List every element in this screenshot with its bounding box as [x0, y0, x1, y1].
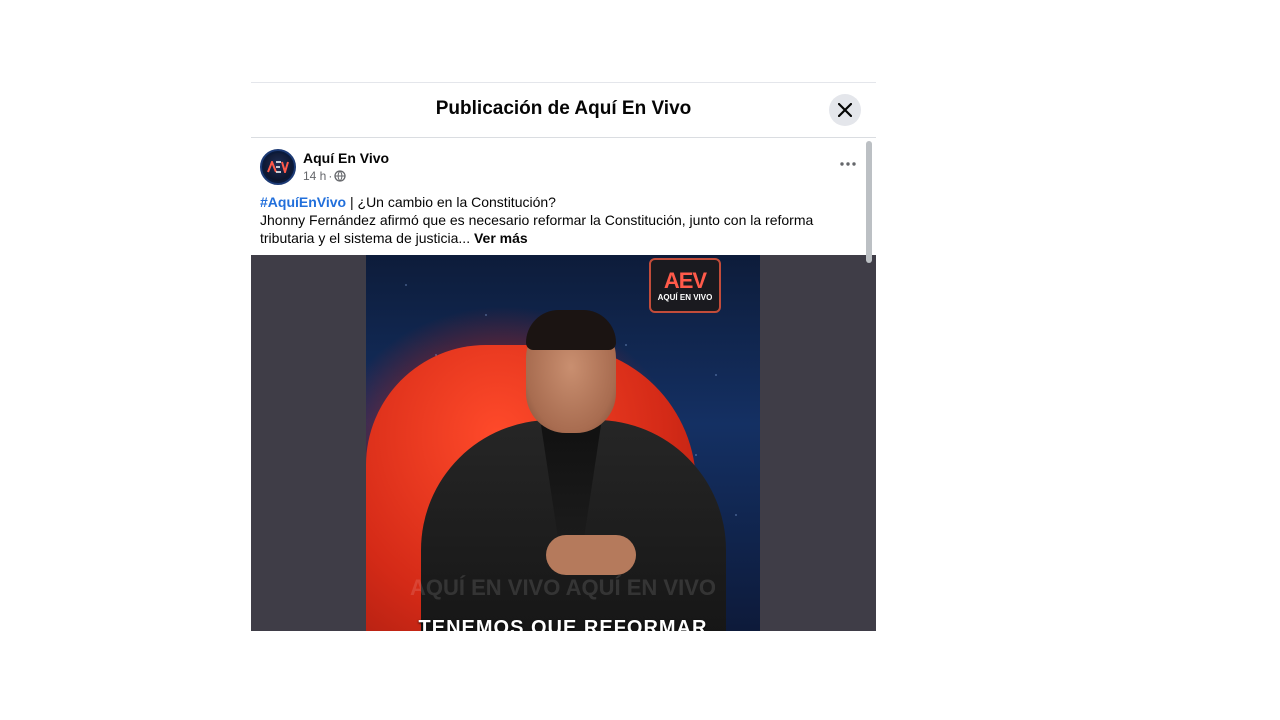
- post-headline: ¿Un cambio en la Constitución?: [357, 194, 556, 210]
- scrollbar-thumb[interactable]: [866, 141, 872, 263]
- close-button[interactable]: [829, 94, 861, 126]
- post-video[interactable]: AEV AQUÍ EN VIVO AQUÍ EN VIVO AQUÍ EN VI…: [251, 255, 876, 631]
- person-hands: [546, 535, 636, 575]
- post-meta: 14 h ·: [303, 169, 347, 183]
- globe-icon: [334, 170, 347, 182]
- meta-separator: ·: [328, 169, 333, 183]
- video-watermark: AQUÍ EN VIVO AQUÍ EN VIVO: [409, 575, 716, 600]
- post-time[interactable]: 14 h: [303, 169, 326, 183]
- scrollbar[interactable]: [866, 141, 872, 263]
- channel-badge: AEV AQUÍ EN VIVO: [649, 258, 721, 313]
- video-frame: AEV AQUÍ EN VIVO AQUÍ EN VIVO AQUÍ EN VI…: [366, 255, 760, 631]
- page-name-link[interactable]: Aquí En Vivo: [303, 150, 389, 166]
- screen: Publicación de Aquí En Vivo Aquí En Vivo…: [0, 0, 1280, 720]
- post-content[interactable]: Aquí En Vivo 14 h · #AquíEnVivo | ¿Un ca…: [251, 138, 876, 631]
- person-hair: [526, 310, 616, 350]
- avatar[interactable]: [260, 149, 296, 185]
- badge-logo: AEV: [663, 267, 707, 293]
- modal-header: Publicación de Aquí En Vivo: [251, 83, 876, 138]
- post-modal: Publicación de Aquí En Vivo Aquí En Vivo…: [251, 82, 876, 631]
- hashtag-link[interactable]: #AquíEnVivo: [260, 194, 346, 210]
- post-text: #AquíEnVivo | ¿Un cambio en la Constituc…: [260, 193, 860, 247]
- post-body: Jhonny Fernández afirmó que es necesario…: [260, 212, 814, 246]
- more-horizontal-icon: [840, 162, 856, 166]
- badge-text: AQUÍ EN VIVO: [657, 292, 713, 302]
- aev-logo-icon: [264, 153, 292, 181]
- text-separator: |: [346, 194, 358, 210]
- modal-title: Publicación de Aquí En Vivo: [435, 98, 692, 119]
- more-options-button[interactable]: [836, 154, 860, 174]
- close-icon: [838, 103, 852, 117]
- post-header: Aquí En Vivo 14 h ·: [260, 148, 860, 188]
- video-caption: TENEMOS QUE REFORMAR: [418, 617, 708, 631]
- see-more-link[interactable]: Ver más: [474, 230, 528, 246]
